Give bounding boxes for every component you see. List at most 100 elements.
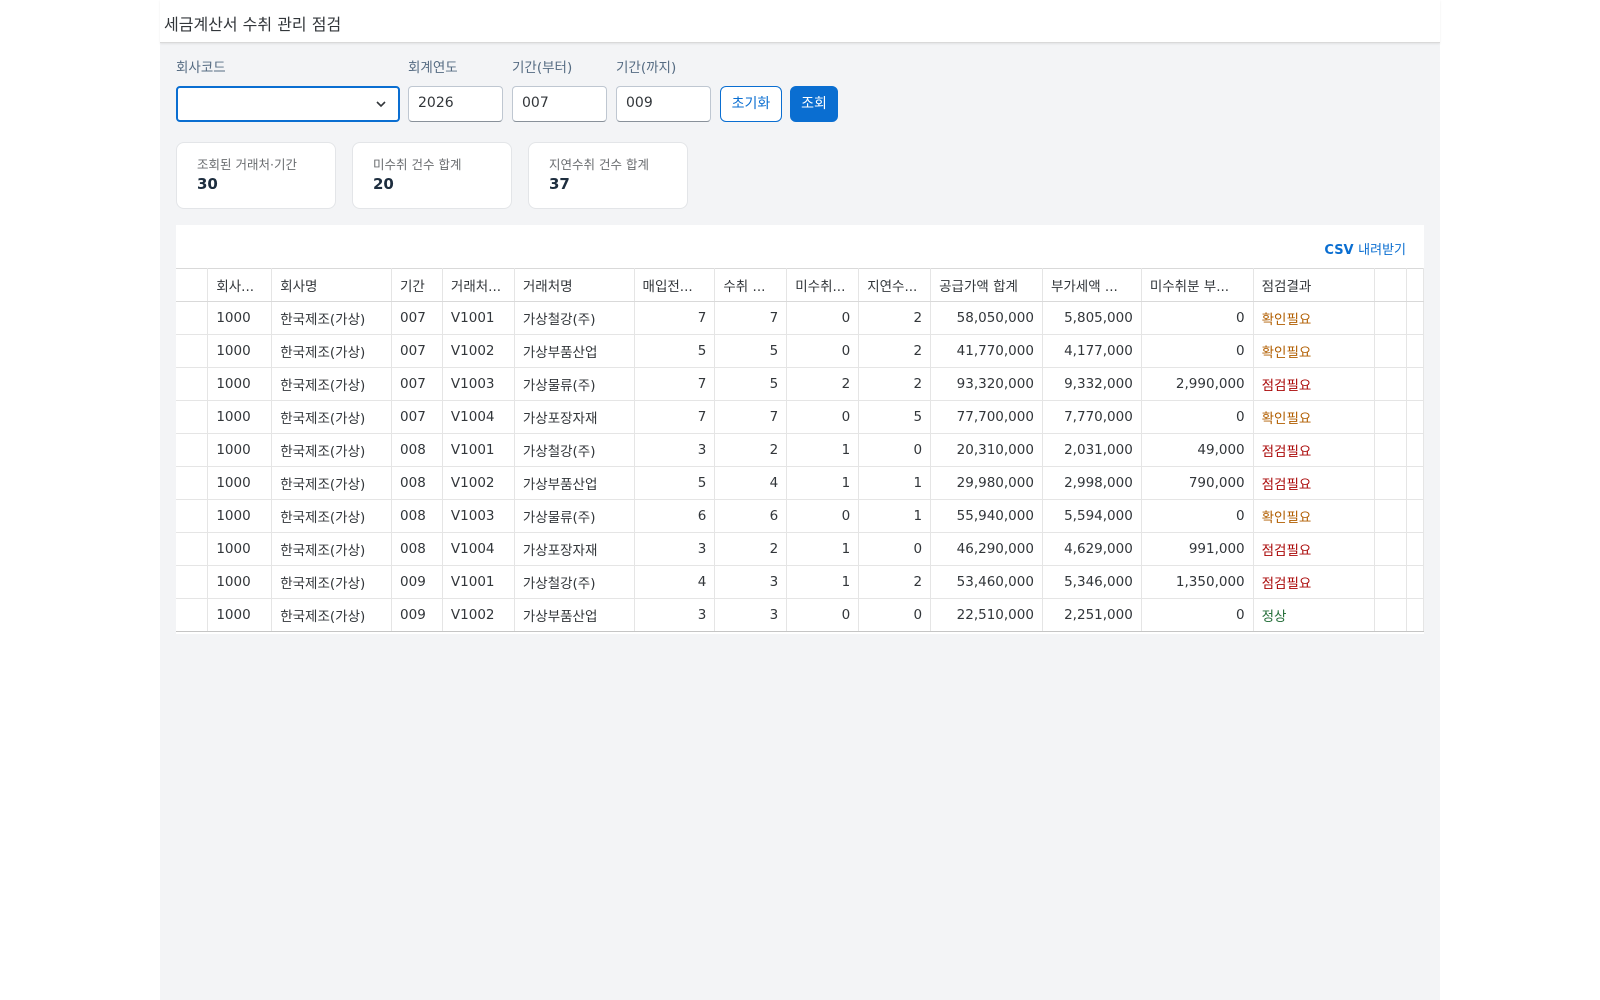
row-select-cell[interactable] [176,433,209,467]
summary-card-value: 30 [197,175,218,193]
table-row[interactable]: 1000 한국제조(가상) 007 V1004 가상포장자재 7 7 0 5 77,700,000… [176,400,1425,434]
cell-supply-amount: 46,290,000 [930,532,1043,566]
table-row[interactable]: 1000 한국제조(가상) 008 V1003 가상물류(주) 6 6 0 1 55,940,00… [176,499,1425,533]
table-row[interactable]: 1000 한국제조(가상) 009 V1001 가상철강(주) 4 3 1 2 53,460,00… [176,565,1425,599]
column-header-vendor-code[interactable]: 거래처... [442,268,515,302]
column-header-company-code[interactable]: 회사... [207,268,273,302]
results-panel: CSV 내려받기 회사... 회사명 기간 거래처... 거래처명 매입전... 수취 ..… [176,225,1425,634]
table-row[interactable]: 1000 한국제조(가상) 008 V1004 가상포장자재 3 2 1 0 46,290,000… [176,532,1425,566]
chevron-down-icon [376,101,386,108]
cell-company-code: 1000 [207,367,273,401]
cell-supply-amount: 58,050,000 [930,301,1043,335]
column-header-period[interactable]: 기간 [391,268,443,302]
table-row[interactable]: 1000 한국제조(가상) 009 V1002 가상부품산업 3 3 0 0 22,510,000… [176,598,1425,632]
cell-vendor-code: V1002 [442,598,515,632]
column-header-check-result[interactable]: 점검결과 [1253,268,1376,302]
column-spacer [1374,301,1407,335]
column-header-vendor-name[interactable]: 거래처명 [514,268,635,302]
column-spacer [1374,367,1407,401]
row-select-header[interactable] [176,268,209,302]
cell-unreceived-count: 1 [786,433,860,467]
cell-vendor-code: V1004 [442,532,515,566]
table-row[interactable]: 1000 한국제조(가상) 007 V1001 가상철강(주) 7 7 0 2 58,050,00… [176,301,1425,335]
fiscal-year-input[interactable]: 2026 [408,86,503,122]
cell-unreceived-vat: 1,350,000 [1141,565,1254,599]
period-from-label: 기간(부터) [512,60,573,76]
period-to-label: 기간(까지) [616,60,677,76]
summary-card-value: 20 [373,175,394,193]
row-select-cell[interactable] [176,565,209,599]
cell-vendor-name: 가상철강(주) [514,301,635,335]
cell-supply-amount: 22,510,000 [930,598,1043,632]
cell-company-code: 1000 [207,433,273,467]
cell-unreceived-count: 0 [786,400,860,434]
cell-purchase-count: 3 [634,433,716,467]
cell-company-name: 한국제조(가상) [271,334,393,368]
cell-company-code: 1000 [207,598,273,632]
cell-unreceived-vat: 991,000 [1141,532,1254,566]
cell-unreceived-count: 1 [786,532,860,566]
cell-unreceived-count: 1 [786,466,860,500]
scrollbar-gutter [1406,334,1425,368]
cell-vendor-code: V1001 [442,565,515,599]
csv-download-link[interactable]: CSV 내려받기 [1324,239,1406,258]
table-row[interactable]: 1000 한국제조(가상) 008 V1002 가상부품산업 5 4 1 1 29,980,000… [176,466,1425,500]
column-header-company-name[interactable]: 회사명 [271,268,393,302]
cell-vendor-name: 가상철강(주) [514,433,635,467]
row-select-cell[interactable] [176,466,209,500]
column-header-vat-amount[interactable]: 부가세액 ... [1042,268,1142,302]
cell-company-code: 1000 [207,301,273,335]
table-row[interactable]: 1000 한국제조(가상) 007 V1002 가상부품산업 5 5 0 2 41,770,000… [176,334,1425,368]
column-header-supply-amount[interactable]: 공급가액 합계 [930,268,1043,302]
cell-vendor-name: 가상물류(주) [514,367,635,401]
page-title: 세금계산서 수취 관리 점검 [164,15,342,34]
cell-delayed-count: 0 [858,532,932,566]
search-button[interactable]: 조회 [790,86,838,122]
cell-received-count: 6 [714,499,788,533]
column-header-received-count[interactable]: 수취 ... [714,268,788,302]
cell-received-count: 2 [714,532,788,566]
scrollbar-gutter [1406,367,1425,401]
scrollbar-gutter [1406,433,1425,467]
summary-card-label: 지연수취 건수 합계 [549,157,649,172]
row-select-cell[interactable] [176,367,209,401]
row-select-cell[interactable] [176,400,209,434]
company-code-field: 회사코드 [176,58,400,122]
row-select-cell[interactable] [176,334,209,368]
cell-delayed-count: 2 [858,301,932,335]
cell-supply-amount: 29,980,000 [930,466,1043,500]
row-select-cell[interactable] [176,532,209,566]
row-select-cell[interactable] [176,499,209,533]
cell-delayed-count: 0 [858,598,932,632]
reset-button[interactable]: 초기화 [720,86,782,122]
row-select-cell[interactable] [176,598,209,632]
company-code-select[interactable] [176,86,400,122]
table-row[interactable]: 1000 한국제조(가상) 007 V1003 가상물류(주) 7 5 2 2 93,320,00… [176,367,1425,401]
cell-supply-amount: 20,310,000 [930,433,1043,467]
column-spacer [1374,598,1407,632]
cell-check-result: 점검필요 [1253,367,1376,401]
cell-period: 007 [391,301,443,335]
column-header-unreceived-vat[interactable]: 미수취분 부... [1141,268,1254,302]
cell-received-count: 3 [714,598,788,632]
table-row[interactable]: 1000 한국제조(가상) 008 V1001 가상철강(주) 3 2 1 0 20,310,00… [176,433,1425,467]
cell-company-name: 한국제조(가상) [271,598,393,632]
period-to-field: 기간(까지) 009 [616,58,712,122]
period-to-input[interactable]: 009 [616,86,711,122]
column-spacer [1374,400,1407,434]
period-from-input[interactable]: 007 [512,86,607,122]
column-header-purchase-count[interactable]: 매입전... [634,268,716,302]
cell-vendor-code: V1002 [442,466,515,500]
cell-check-result: 점검필요 [1253,466,1376,500]
row-select-cell[interactable] [176,301,209,335]
column-header-delayed-count[interactable]: 지연수... [858,268,932,302]
fiscal-year-label: 회계연도 [408,60,458,76]
cell-vendor-name: 가상부품산업 [514,598,635,632]
cell-purchase-count: 7 [634,367,716,401]
cell-vendor-code: V1001 [442,301,515,335]
column-header-unreceived-count[interactable]: 미수취... [786,268,860,302]
cell-unreceived-count: 0 [786,301,860,335]
cell-received-count: 4 [714,466,788,500]
column-spacer [1374,466,1407,500]
fiscal-year-field: 회계연도 2026 [408,58,504,122]
